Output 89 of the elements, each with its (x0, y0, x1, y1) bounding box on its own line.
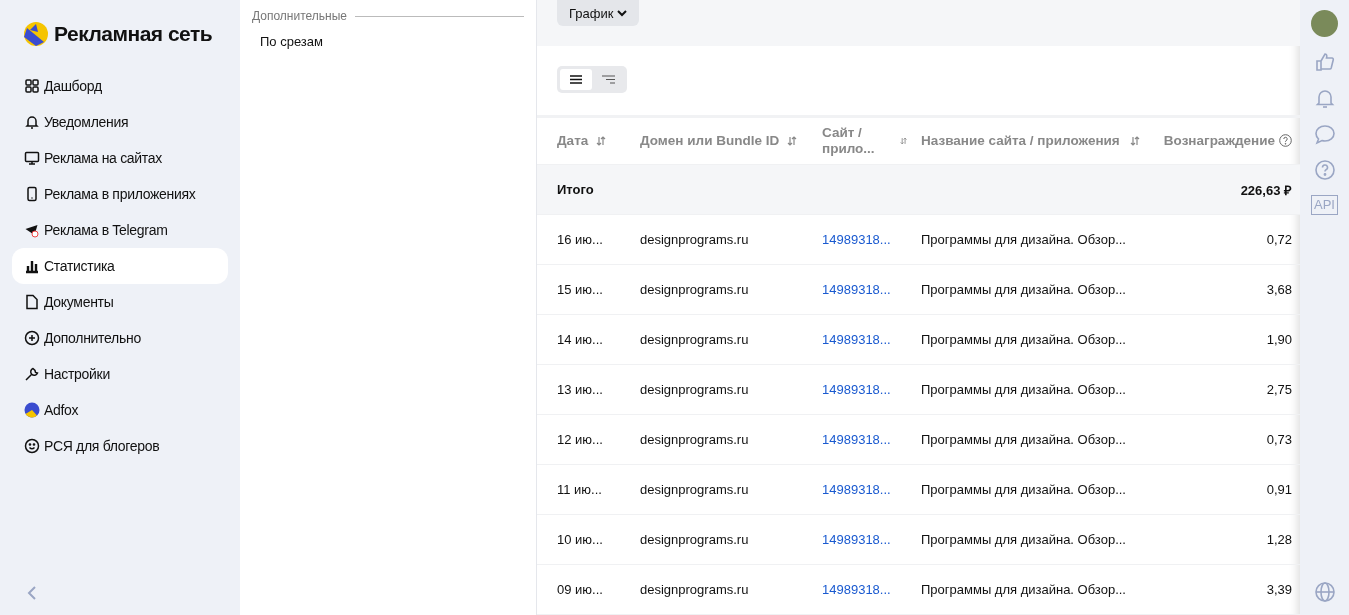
table-cell: 12 ию... (557, 432, 603, 447)
site-id-link[interactable]: 14989318... (822, 432, 891, 447)
wrench-icon (24, 366, 40, 382)
smile-icon (24, 438, 40, 454)
table-cell: designprograms.ru (640, 582, 749, 597)
site-id-link[interactable]: 14989318... (822, 232, 891, 247)
table-cell: 0,72 (1266, 232, 1292, 247)
chart-dropdown-button[interactable]: График (557, 0, 640, 26)
table-cell: 1,28 (1266, 532, 1292, 547)
list-icon (570, 75, 582, 84)
column-header[interactable]: Сайт / прило... (822, 125, 892, 157)
view-toggle-button[interactable] (560, 69, 592, 90)
sort-icon[interactable] (1130, 136, 1140, 146)
chevron-left-icon[interactable] (26, 585, 38, 601)
column-header[interactable]: Дата (557, 133, 589, 149)
table-cell: designprograms.ru (640, 232, 749, 247)
table-cell: 2,75 (1266, 382, 1292, 397)
table-cell: 11 ию... (557, 482, 602, 497)
bell-icon[interactable] (1313, 87, 1336, 109)
table-cell: Программы для дизайна. Обзор... (921, 582, 1126, 597)
subpanel-item[interactable]: По срезам (252, 23, 524, 60)
sort-icon[interactable] (787, 136, 798, 146)
table-cell: 3,68 (1266, 282, 1292, 297)
table-cell: Программы для дизайна. Обзор... (921, 332, 1126, 347)
chart-icon (24, 258, 40, 274)
site-id-link[interactable]: 14989318... (822, 332, 891, 347)
help-icon[interactable] (1313, 159, 1336, 181)
table-cell: designprograms.ru (640, 532, 749, 547)
monitor-icon (24, 150, 40, 166)
total-value: 226,63 ₽ (1239, 181, 1292, 199)
table-cell: Программы для дизайна. Обзор... (921, 432, 1126, 447)
tree-icon (601, 75, 615, 84)
chevron-down-icon (617, 9, 628, 17)
sidebar-item[interactable]: Уведомления (12, 104, 228, 140)
grid-icon (24, 78, 40, 94)
sort-icon[interactable] (596, 136, 607, 146)
sidebar-item[interactable]: Настройки (12, 356, 228, 392)
site-id-link[interactable]: 14989318... (822, 582, 891, 597)
table-cell: 1,90 (1266, 332, 1292, 347)
sidebar-item[interactable]: РСЯ для блогеров (12, 428, 228, 464)
site-id-link[interactable]: 14989318... (822, 482, 891, 497)
table-cell: designprograms.ru (640, 482, 749, 497)
phone-icon (24, 186, 40, 202)
sort-icon[interactable] (899, 136, 907, 146)
table-cell: designprograms.ru (640, 432, 749, 447)
sidebar-item[interactable]: Реклама в приложениях (12, 176, 228, 212)
plus-icon (24, 330, 40, 346)
total-label: Итого (557, 182, 595, 197)
sidebar-item[interactable]: Документы (12, 284, 228, 320)
table-cell: designprograms.ru (640, 282, 749, 297)
sidebar-item[interactable]: Реклама в Telegram (12, 212, 228, 248)
table-cell: 3,39 (1266, 582, 1292, 597)
table-cell: 14 ию... (557, 332, 603, 347)
column-header[interactable]: Домен или Bundle ID (640, 133, 780, 149)
logo-title: Рекламная сеть (54, 22, 213, 46)
chat-icon[interactable] (1313, 123, 1336, 145)
table-cell: Программы для дизайна. Обзор... (921, 532, 1126, 547)
sidebar-item[interactable]: Adfox (12, 392, 228, 428)
logo-icon (24, 22, 48, 46)
globe-icon[interactable] (1313, 581, 1336, 603)
table-cell: 13 ию... (557, 382, 603, 397)
table-cell: Программы для дизайна. Обзор... (921, 382, 1126, 397)
bell-icon (24, 114, 40, 130)
table-cell: Программы для дизайна. Обзор... (921, 482, 1126, 497)
table-cell: designprograms.ru (640, 382, 749, 397)
doc-icon (24, 294, 40, 310)
table-cell: 09 ию... (557, 582, 603, 597)
column-header[interactable]: Вознаграждение (1163, 133, 1275, 149)
site-id-link[interactable]: 14989318... (822, 382, 891, 397)
help-icon[interactable] (1279, 134, 1292, 148)
adfox-icon (24, 402, 40, 418)
table-cell: 10 ию... (557, 532, 603, 547)
table-cell: designprograms.ru (640, 332, 749, 347)
column-header[interactable]: Название сайта / приложения (921, 133, 1120, 149)
sidebar-item[interactable]: Дашборд (12, 68, 228, 104)
table-cell: Программы для дизайна. Обзор... (921, 282, 1126, 297)
thumbs-up-icon[interactable] (1313, 51, 1336, 73)
section-label: Дополнительные (252, 9, 347, 23)
sidebar-item[interactable]: Статистика (12, 248, 228, 284)
table-cell: 15 ию... (557, 282, 603, 297)
site-id-link[interactable]: 14989318... (822, 532, 891, 547)
table-cell: 0,91 (1266, 482, 1292, 497)
sidebar-item[interactable]: Дополнительно (12, 320, 228, 356)
site-id-link[interactable]: 14989318... (822, 282, 891, 297)
table-cell: Программы для дизайна. Обзор... (921, 232, 1126, 247)
table-cell: 16 ию... (557, 232, 603, 247)
table-cell: 0,73 (1266, 432, 1292, 447)
sidebar-item[interactable]: Реклама на сайтах (12, 140, 228, 176)
avatar[interactable] (1311, 10, 1338, 37)
